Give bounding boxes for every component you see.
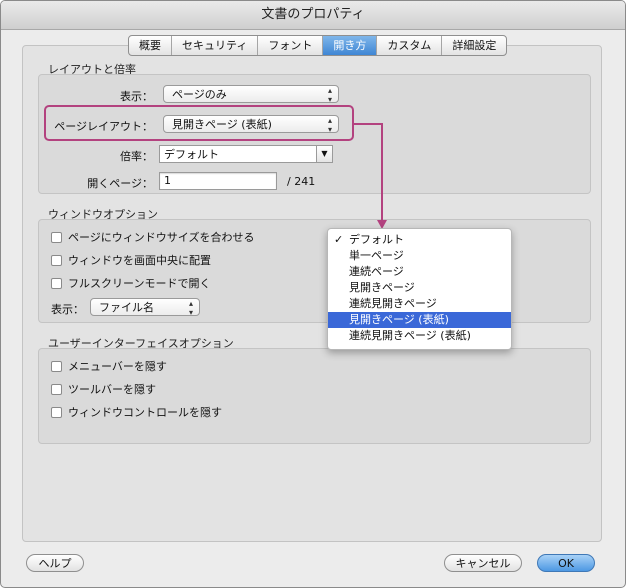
fit-window-option[interactable]: ページにウィンドウサイズを合わせる bbox=[51, 229, 254, 245]
hide-toolbar-option[interactable]: ツールバーを隠す bbox=[51, 381, 156, 397]
page-total: / 241 bbox=[287, 175, 316, 188]
chevron-down-icon[interactable]: ▼ bbox=[316, 146, 332, 162]
menu-item-single-page[interactable]: 単一ページ bbox=[328, 248, 511, 264]
fit-window-checkbox[interactable] bbox=[51, 231, 62, 243]
ok-button[interactable]: OK bbox=[537, 554, 595, 572]
help-button[interactable]: ヘルプ bbox=[26, 554, 84, 572]
display-popup-value: ページのみ bbox=[172, 88, 227, 101]
tab-summary[interactable]: 概要 bbox=[129, 36, 172, 55]
hide-window-controls-option[interactable]: ウィンドウコントロールを隠す bbox=[51, 404, 222, 420]
fullscreen-checkbox[interactable] bbox=[51, 277, 62, 289]
page-layout-popup-value: 見開きページ (表紙) bbox=[172, 118, 272, 131]
show-label: 表示： bbox=[51, 303, 84, 316]
fullscreen-label: フルスクリーンモードで開く bbox=[68, 277, 211, 290]
cancel-button[interactable]: キャンセル bbox=[444, 554, 522, 572]
page-layout-menu: ✓ デフォルト 単一ページ 連続ページ 見開きページ 連続見開きページ 見開きペ… bbox=[327, 228, 512, 350]
hide-toolbar-checkbox[interactable] bbox=[51, 383, 62, 395]
menu-item-label: デフォルト bbox=[349, 233, 404, 246]
open-page-label: 開くページ： bbox=[87, 177, 153, 190]
fullscreen-option[interactable]: フルスクリーンモードで開く bbox=[51, 275, 210, 291]
menu-item-label: 連続見開きページ bbox=[349, 297, 437, 310]
hide-menubar-option[interactable]: メニューバーを隠す bbox=[51, 358, 167, 374]
menu-item-two-up-cover[interactable]: 見開きページ (表紙) bbox=[328, 312, 511, 328]
hide-window-controls-label: ウィンドウコントロールを隠す bbox=[68, 406, 222, 419]
menu-item-two-up[interactable]: 見開きページ bbox=[328, 280, 511, 296]
menu-item-continuous[interactable]: 連続ページ bbox=[328, 264, 511, 280]
tab-bar: 概要 セキュリティ フォント 開き方 カスタム 詳細設定 bbox=[128, 35, 508, 56]
zoom-combo[interactable]: デフォルト ▼ bbox=[159, 145, 333, 163]
menu-item-default[interactable]: ✓ デフォルト bbox=[328, 232, 511, 248]
properties-window: 文書のプロパティ 概要 セキュリティ フォント 開き方 カスタム 詳細設定 レイ… bbox=[0, 0, 626, 588]
center-window-label: ウィンドウを画面中央に配置 bbox=[68, 254, 211, 267]
menu-item-two-up-continuous-cover[interactable]: 連続見開きページ (表紙) bbox=[328, 328, 511, 344]
menu-item-label: 連続ページ bbox=[349, 265, 404, 278]
center-window-checkbox[interactable] bbox=[51, 254, 62, 266]
page-layout-popup[interactable]: 見開きページ (表紙) ▴ ▾ bbox=[163, 115, 339, 134]
display-label: 表示： bbox=[120, 90, 153, 103]
page-layout-label: ページレイアウト： bbox=[54, 120, 153, 133]
fit-window-label: ページにウィンドウサイズを合わせる bbox=[68, 231, 255, 244]
display-popup[interactable]: ページのみ ▴ ▾ bbox=[163, 85, 339, 104]
menu-item-label: 連続見開きページ (表紙) bbox=[349, 329, 471, 342]
tab-advanced[interactable]: 詳細設定 bbox=[442, 36, 506, 55]
updown-arrows-icon: ▴ ▾ bbox=[188, 299, 193, 317]
hide-menubar-checkbox[interactable] bbox=[51, 360, 62, 372]
updown-arrows-icon: ▴ ▾ bbox=[327, 116, 332, 134]
zoom-label: 倍率： bbox=[120, 150, 153, 163]
tab-fonts[interactable]: フォント bbox=[258, 36, 324, 55]
tab-security[interactable]: セキュリティ bbox=[172, 36, 259, 55]
hide-toolbar-label: ツールバーを隠す bbox=[68, 383, 156, 396]
show-popup-value: ファイル名 bbox=[99, 301, 154, 314]
hide-window-controls-checkbox[interactable] bbox=[51, 406, 62, 418]
hide-menubar-label: メニューバーを隠す bbox=[68, 360, 167, 373]
menu-item-label: 単一ページ bbox=[349, 249, 404, 262]
menu-item-two-up-continuous[interactable]: 連続見開きページ bbox=[328, 296, 511, 312]
open-page-input[interactable]: 1 bbox=[159, 172, 277, 190]
menu-item-label: 見開きページ (表紙) bbox=[349, 313, 449, 326]
updown-arrows-icon: ▴ ▾ bbox=[327, 86, 332, 104]
zoom-combo-value: デフォルト bbox=[164, 148, 219, 161]
show-popup[interactable]: ファイル名 ▴ ▾ bbox=[90, 298, 200, 317]
center-window-option[interactable]: ウィンドウを画面中央に配置 bbox=[51, 252, 211, 268]
tab-initial-view[interactable]: 開き方 bbox=[323, 36, 378, 55]
menu-item-label: 見開きページ bbox=[349, 281, 415, 294]
checkmark-icon: ✓ bbox=[334, 233, 344, 246]
tab-custom[interactable]: カスタム bbox=[377, 36, 443, 55]
window-title: 文書のプロパティ bbox=[1, 1, 625, 30]
